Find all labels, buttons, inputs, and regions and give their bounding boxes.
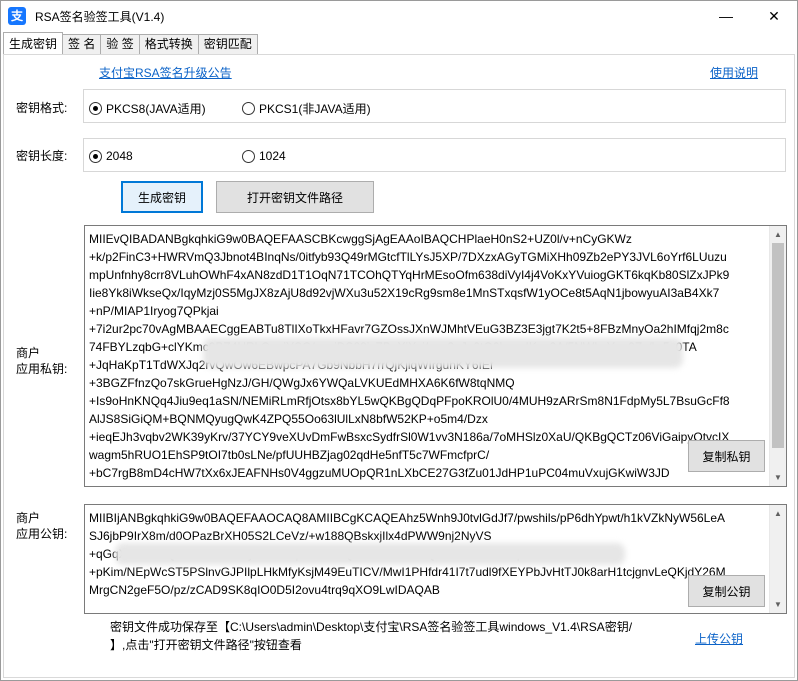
key-text-line: wagm5hRUO1EhSP9tOI7tb0sLNe/pfUUHBZjag02q… [89, 448, 490, 462]
key-text-line: +Is9oHnKNQq4Jiu9eq1aSN/NEMiRLmRfjOtsx8bY… [89, 394, 730, 408]
close-button[interactable]: ✕ [751, 1, 797, 31]
minimize-button[interactable]: — [703, 1, 749, 31]
key-format-label: 密钥格式: [16, 101, 68, 115]
public-key-label-line2: 应用公钥: [16, 527, 68, 541]
scroll-thumb[interactable] [772, 243, 784, 448]
copy-private-key-button[interactable]: 复制私钥 [688, 440, 765, 472]
key-text-line: +k/p2FinC3+HWRVmQ3Jbnot4BInqNs/0itfyb93Q… [89, 250, 727, 264]
tab-verify[interactable]: 验 签 [101, 34, 140, 54]
key-length-group: 2048 1024 [83, 138, 786, 172]
radio-2048-label: 2048 [106, 149, 133, 163]
radio-pkcs1-indicator [242, 102, 255, 115]
key-text-line: AWuAomwKBgQCCsppfdEwZ [85, 482, 769, 486]
generate-key-button[interactable]: 生成密钥 [121, 181, 203, 213]
upload-public-key-link[interactable]: 上传公钥 [695, 630, 743, 647]
tab-format-convert[interactable]: 格式转换 [139, 34, 199, 54]
copy-public-key-button[interactable]: 复制公钥 [688, 575, 765, 607]
app-window: 支 RSA签名验签工具(V1.4) — ✕ 生成密钥 签 名 验 签 格式转换 … [0, 0, 798, 681]
generate-key-panel: 支付宝RSA签名升级公告 使用说明 密钥格式: PKCS8(JAVA适用) PK… [3, 54, 795, 678]
tab-sign[interactable]: 签 名 [63, 34, 102, 54]
key-length-label: 密钥长度: [16, 149, 68, 163]
help-link[interactable]: 使用说明 [710, 64, 758, 81]
private-key-label: 商户 应用私钥: [16, 345, 67, 377]
radio-2048[interactable]: 2048 [89, 149, 133, 163]
public-key-textarea[interactable]: MIIBIjANBgkqhkiG9w0BAQEFAAOCAQ8AMIIBCgKC… [84, 504, 787, 614]
key-text-line: Iie8Yk8iWkseQx/IqyMzj0S5MgJX8zAjU8d92vjW… [89, 286, 720, 300]
key-text-line: MIIBIjANBgkqhkiG9w0BAQEFAAOCAQ8AMIIBCgKC… [89, 511, 726, 525]
save-status-line2: 】,点击"打开密钥文件路径"按钮查看 [110, 638, 302, 652]
radio-1024-indicator [242, 149, 255, 163]
key-text-line: MIIEvQIBADANBgkqhkiG9w0BAQEFAASCBKcwggSj… [89, 232, 632, 246]
key-format-group: PKCS8(JAVA适用) PKCS1(非JAVA适用) [83, 89, 786, 123]
redaction-blur-public [115, 543, 625, 565]
private-key-scrollbar[interactable]: ▲ ▼ [769, 226, 786, 486]
key-text-line: +pKim/NEpWcST5PSlnvGJPIlpLHkMfyKsjM49EuT… [89, 565, 726, 579]
public-key-label: 商户 应用公钥: [16, 510, 67, 542]
key-text-line: +bC7rgB8mD4cHW7tXx6xJEAFNHs0V4ggzuMUOpQR… [89, 466, 670, 480]
window-title: RSA签名验签工具(V1.4) [35, 10, 165, 24]
radio-pkcs1-label: PKCS1(非JAVA适用) [259, 102, 371, 116]
scroll-down-icon[interactable]: ▼ [770, 596, 786, 613]
scroll-down-icon[interactable]: ▼ [770, 469, 786, 486]
private-key-label-line2: 应用私钥: [16, 362, 68, 376]
key-text-line: +nP/MIAP1Iryog7QPkjai [89, 304, 219, 318]
save-status-message: 密钥文件成功保存至【C:\Users\admin\Desktop\支付宝\RSA… [110, 618, 632, 654]
tab-generate-key[interactable]: 生成密钥 [3, 32, 64, 54]
public-key-scrollbar[interactable]: ▲ ▼ [769, 505, 786, 613]
key-text-line: AlJS8SiGiQM+BQNMQyugQwK4ZPQ55Oo63lUlLxN8… [89, 412, 488, 426]
key-text-line: +7i2ur2pc70vAgMBAAECggEABTu8TlIXoTkxHFav… [89, 322, 729, 336]
tab-key-match[interactable]: 密钥匹配 [198, 34, 258, 54]
key-text-line: mpUnfnhy8crr8VLuhOWhF4xAN8zdD1T1OqN71TCO… [89, 268, 730, 282]
radio-pkcs8[interactable]: PKCS8(JAVA适用) [89, 100, 206, 117]
scroll-up-icon[interactable]: ▲ [770, 226, 786, 243]
key-text-line: +ieqEJh3vqbv2WK39yKrv/37YCY9veXUvDmFwBsx… [89, 430, 730, 444]
private-key-label-line1: 商户 [16, 346, 41, 360]
radio-2048-indicator [89, 149, 102, 163]
key-text-line: +3BGZFfnzQo7skGrueHgNzJ/GH/QWgJx6YWQaLVK… [89, 376, 515, 390]
alipay-icon: 支 [8, 7, 26, 25]
scroll-up-icon[interactable]: ▲ [770, 505, 786, 522]
radio-pkcs1[interactable]: PKCS1(非JAVA适用) [242, 100, 371, 117]
save-status-line1: 密钥文件成功保存至【C:\Users\admin\Desktop\支付宝\RSA… [110, 620, 633, 634]
radio-pkcs8-indicator [89, 102, 102, 115]
tab-bar: 生成密钥 签 名 验 签 格式转换 密钥匹配 [3, 32, 258, 54]
radio-pkcs8-label: PKCS8(JAVA适用) [106, 102, 206, 116]
key-text-line: MrgCN2geF5O/pz/zCAD9SK8qIO0D5I2ovu4trq9q… [89, 583, 440, 597]
title-bar: 支 RSA签名验签工具(V1.4) — ✕ [1, 1, 797, 31]
radio-1024-label: 1024 [259, 149, 286, 163]
open-key-path-button[interactable]: 打开密钥文件路径 [216, 181, 374, 213]
radio-1024[interactable]: 1024 [242, 149, 286, 163]
private-key-textarea[interactable]: MIIEvQIBADANBgkqhkiG9w0BAQEFAASCBKcwggSj… [84, 225, 787, 487]
redaction-blur [203, 338, 683, 368]
announcement-link[interactable]: 支付宝RSA签名升级公告 [99, 64, 232, 81]
public-key-label-line1: 商户 [16, 511, 41, 525]
